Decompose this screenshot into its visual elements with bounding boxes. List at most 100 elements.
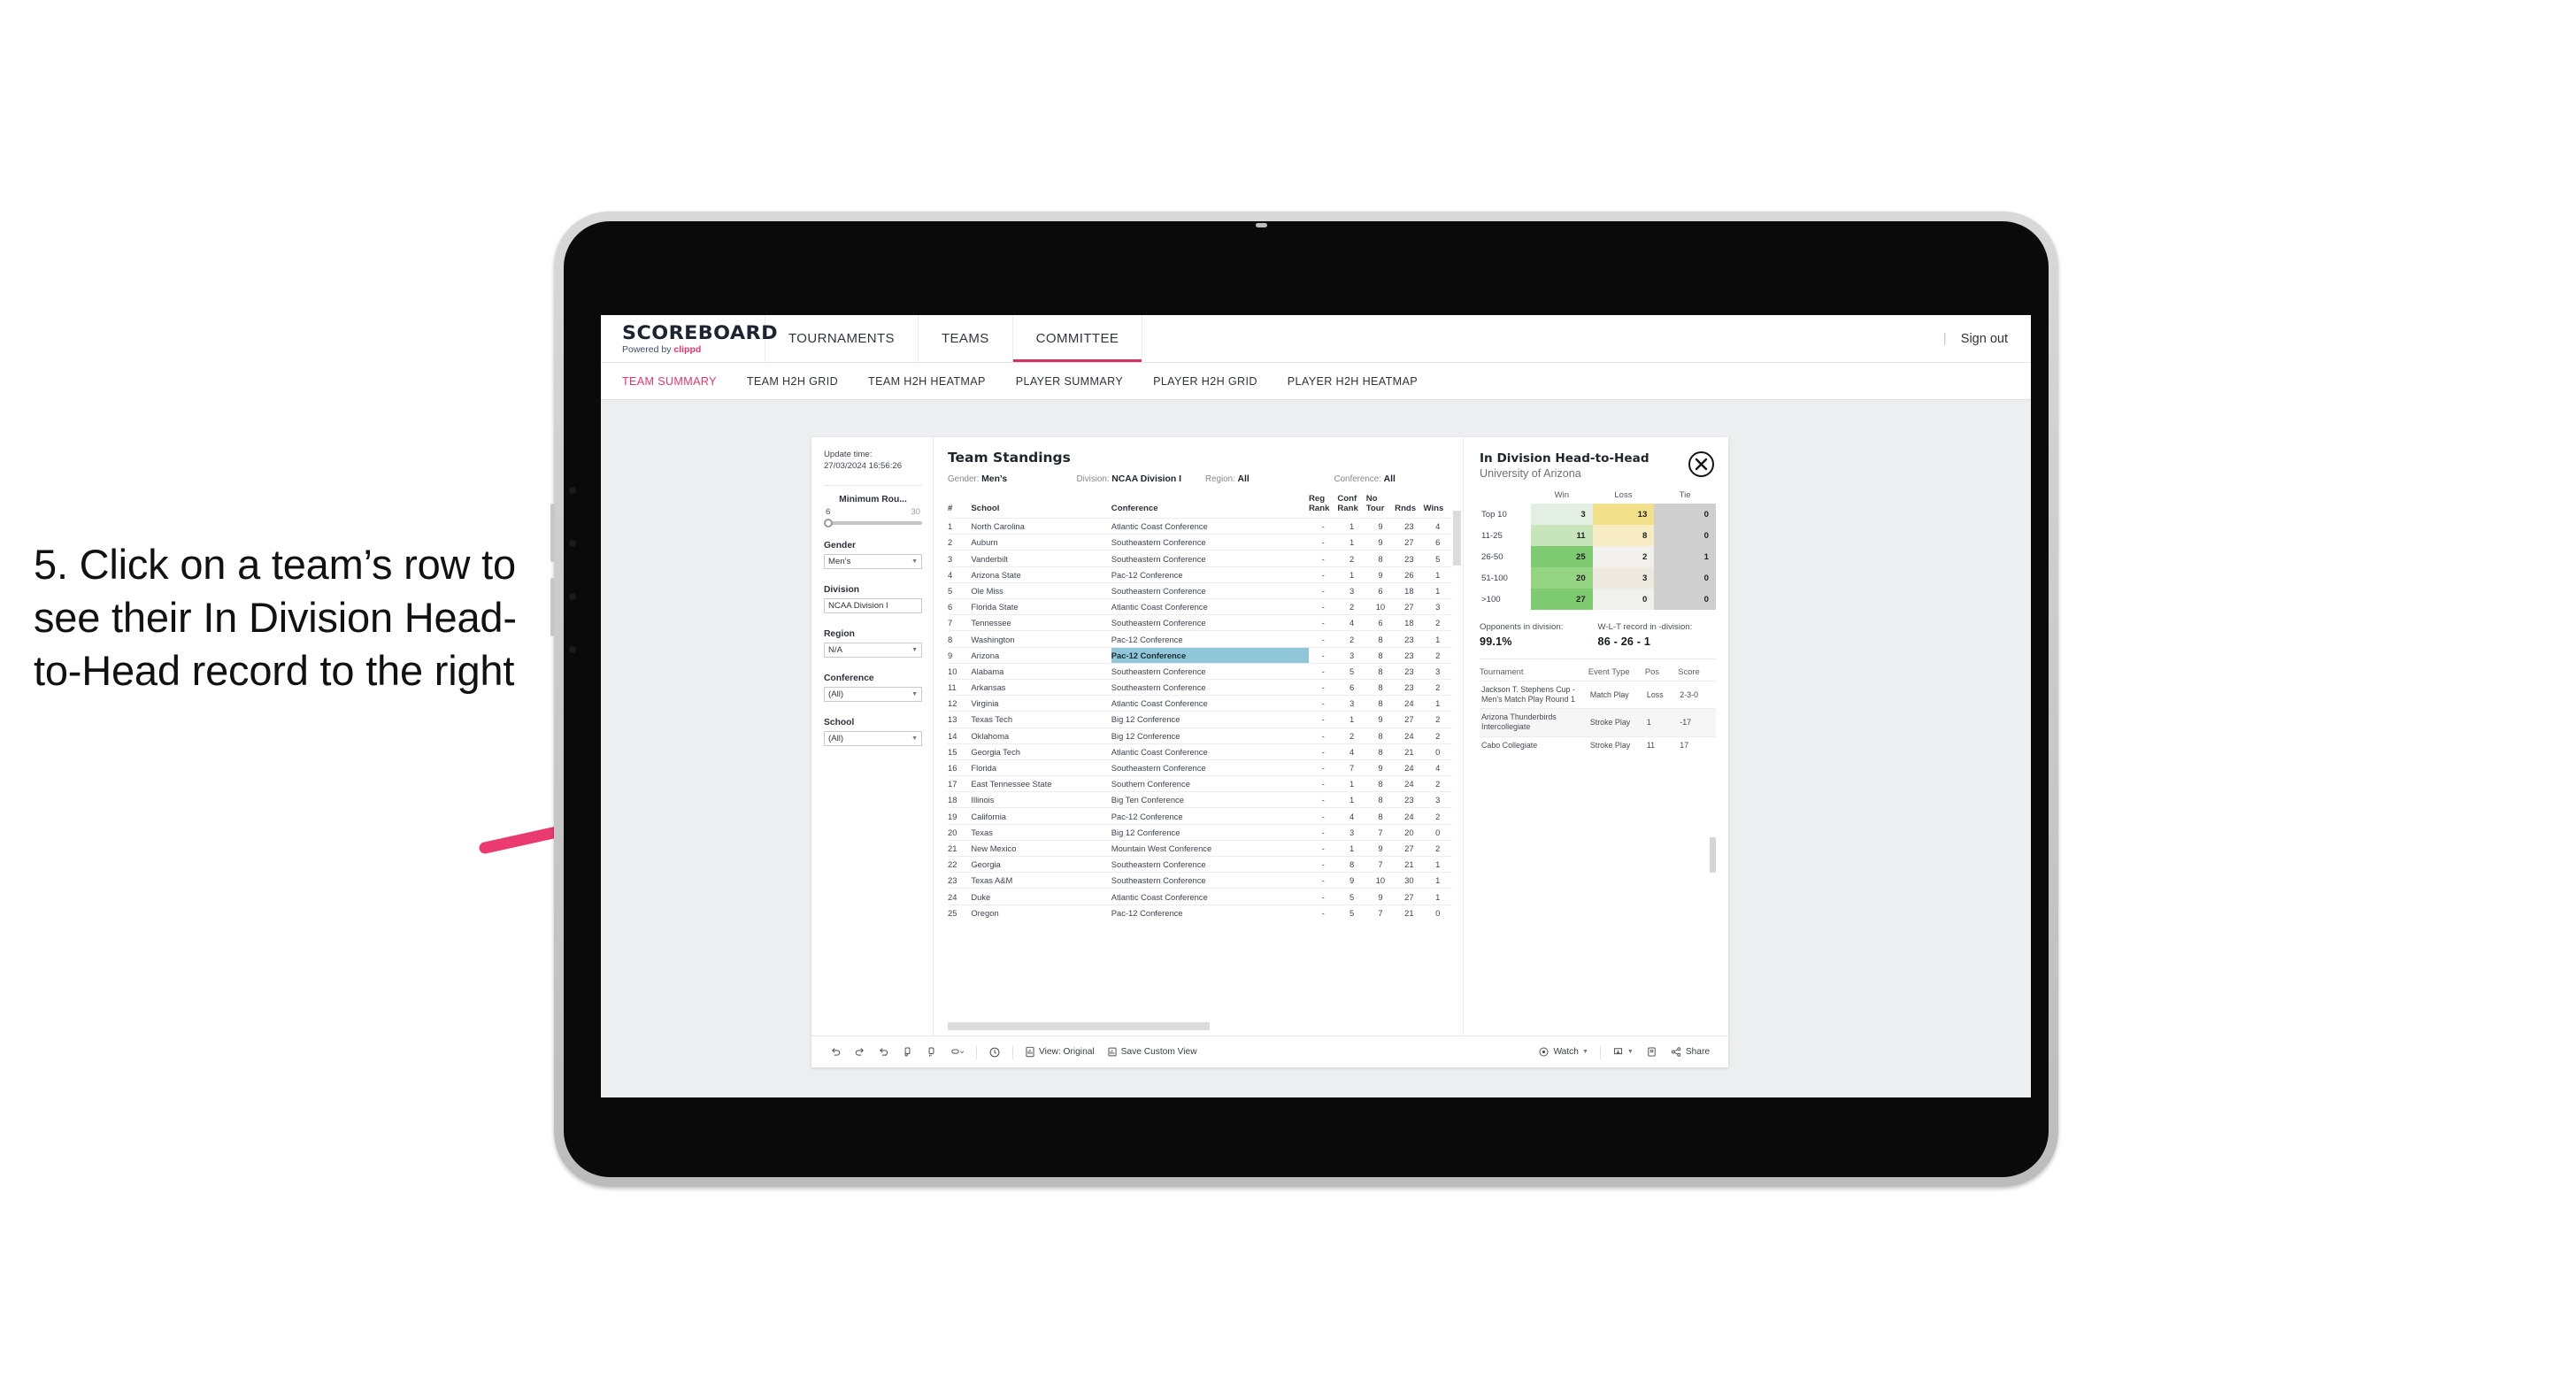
- app-logo[interactable]: SCOREBOARD Powered by clippd: [601, 315, 778, 362]
- table-row[interactable]: 3 Vanderbilt Southeastern Conference -2 8 23 5: [948, 550, 1452, 567]
- table-row[interactable]: 10 Alabama Southeastern Conference -5 8 23 3: [948, 662, 1452, 680]
- standings-horizontal-scrollbar[interactable]: [948, 1022, 1210, 1030]
- table-row[interactable]: 20 Texas Big 12 Conference -3 7 20 0: [948, 823, 1452, 841]
- h2h-cell[interactable]: 0: [1654, 589, 1716, 610]
- col-header-wins[interactable]: Wins: [1424, 495, 1452, 519]
- table-row[interactable]: 7 Tennessee Southeastern Conference -4 6 18 2: [948, 614, 1452, 631]
- cell-rnds: 24: [1395, 807, 1424, 825]
- tab-team-h2h-heatmap[interactable]: TEAM H2H HEATMAP: [868, 375, 986, 388]
- table-row[interactable]: 24 Duke Atlantic Coast Conference -5 9 27 1: [948, 888, 1452, 905]
- table-row[interactable]: 6 Florida State Atlantic Coast Conference -…: [948, 598, 1452, 615]
- table-row[interactable]: 21 New Mexico Mountain West Conference -1 9 2…: [948, 839, 1452, 857]
- table-row[interactable]: 2 Auburn Southeastern Conference -1 9 27 6: [948, 534, 1452, 551]
- gender-select[interactable]: Men’s ▼: [824, 553, 922, 569]
- tournament-scrollbar[interactable]: [1710, 837, 1716, 873]
- redo-icon[interactable]: [848, 1046, 872, 1058]
- top-nav-tournaments[interactable]: TOURNAMENTS: [765, 315, 919, 362]
- col-header-school[interactable]: School: [971, 495, 1111, 519]
- table-row[interactable]: 15 Georgia Tech Atlantic Coast Conference -…: [948, 743, 1452, 760]
- table-row[interactable]: 4 Arizona State Pac-12 Conference -1 9 26 1: [948, 566, 1452, 583]
- cell-conf-rank: 1: [1337, 791, 1366, 808]
- fullscreen-button[interactable]: [1640, 1046, 1664, 1058]
- close-circle-icon[interactable]: [1688, 451, 1714, 477]
- top-nav-teams[interactable]: TEAMS: [919, 315, 1013, 362]
- tournament-row[interactable]: Jackson T. Stephens Cup - Men’s Match Pl…: [1480, 680, 1716, 709]
- table-row[interactable]: 1 North Carolina Atlantic Coast Conference…: [948, 518, 1452, 535]
- tab-player-summary[interactable]: PLAYER SUMMARY: [1016, 375, 1123, 388]
- h2h-cell[interactable]: 1: [1654, 546, 1716, 567]
- cell-school: California: [971, 807, 1111, 825]
- cell-wins: 3: [1423, 662, 1452, 680]
- cell-conf-rank: 2: [1337, 630, 1366, 648]
- h2h-cell[interactable]: 3: [1592, 567, 1655, 589]
- clock-icon[interactable]: [982, 1046, 1007, 1059]
- tab-player-h2h-grid[interactable]: PLAYER H2H GRID: [1153, 375, 1257, 388]
- table-row[interactable]: 25 Oregon Pac-12 Conference -5 7 21 0: [948, 904, 1452, 920]
- tab-player-h2h-heatmap[interactable]: PLAYER H2H HEATMAP: [1288, 375, 1418, 388]
- table-row[interactable]: 17 East Tennessee State Southern Conferenc…: [948, 775, 1452, 792]
- refresh-data-icon[interactable]: [896, 1046, 919, 1058]
- table-row[interactable]: 16 Florida Southeastern Conference -7 9 24 4: [948, 758, 1452, 776]
- h2h-cell[interactable]: 0: [1654, 567, 1716, 589]
- view-original-button[interactable]: View: Original: [1019, 1046, 1101, 1058]
- sign-out-link[interactable]: Sign out: [1961, 332, 2008, 346]
- top-nav-committee[interactable]: COMMITTEE: [1013, 315, 1143, 362]
- school-select[interactable]: (All) ▼: [824, 730, 922, 746]
- slider-track[interactable]: [824, 518, 922, 527]
- h2h-cell[interactable]: 3: [1531, 504, 1593, 525]
- table-row[interactable]: 18 Illinois Big Ten Conference -1 8 23 3: [948, 791, 1452, 808]
- col-header-rnds[interactable]: Rnds: [1395, 495, 1423, 519]
- division-select[interactable]: NCAA Division I: [824, 597, 922, 613]
- pause-updates-icon[interactable]: [919, 1046, 943, 1058]
- table-row[interactable]: 11 Arkansas Southeastern Conference -6 8 23 2: [948, 678, 1452, 696]
- revert-icon[interactable]: [872, 1046, 896, 1058]
- slider-handle[interactable]: [824, 518, 833, 527]
- sign-out-area: | Sign out: [1943, 315, 2031, 362]
- table-row[interactable]: 22 Georgia Southeastern Conference -8 7 21 1: [948, 856, 1452, 873]
- table-row[interactable]: 8 Washington Pac-12 Conference -2 8 23 1: [948, 630, 1452, 648]
- col-header-reg-rank[interactable]: Reg Rank: [1309, 494, 1337, 519]
- download-button[interactable]: ▼: [1606, 1046, 1640, 1058]
- col-header-conference[interactable]: Conference: [1111, 495, 1309, 519]
- table-row[interactable]: 19 California Pac-12 Conference -4 8 24 2: [948, 807, 1452, 825]
- table-row[interactable]: 14 Oklahoma Big 12 Conference -2 8 24 2: [948, 727, 1452, 744]
- share-button[interactable]: Share: [1664, 1046, 1716, 1058]
- h2h-cell[interactable]: 2: [1592, 546, 1655, 567]
- table-row[interactable]: 12 Virginia Atlantic Coast Conference -3 8 24…: [948, 695, 1452, 712]
- cell-no-tour: 8: [1365, 678, 1396, 696]
- col-header-no-tour[interactable]: No Tour: [1366, 494, 1395, 519]
- tournament-row[interactable]: Cabo Collegiate Stroke Play 11 17: [1480, 735, 1716, 754]
- h2h-row: >100 27 0 0: [1480, 589, 1716, 610]
- h2h-cell[interactable]: 11: [1531, 525, 1593, 546]
- h2h-cell[interactable]: 8: [1592, 525, 1655, 546]
- tab-team-summary[interactable]: TEAM SUMMARY: [622, 375, 717, 388]
- h2h-cell[interactable]: 13: [1592, 504, 1655, 525]
- standings-vertical-scrollbar[interactable]: [1453, 511, 1461, 566]
- h2h-cell[interactable]: 20: [1531, 567, 1593, 589]
- cell-no-tour: 8: [1365, 743, 1396, 760]
- cell-school: Ole Miss: [971, 581, 1111, 599]
- undo-icon[interactable]: [824, 1046, 848, 1058]
- tournament-row[interactable]: Arizona Thunderbirds Intercollegiate Stro…: [1480, 708, 1716, 736]
- table-row[interactable]: 13 Texas Tech Big 12 Conference -1 9 27 2: [948, 711, 1452, 728]
- save-custom-view-button[interactable]: Save Custom View: [1101, 1046, 1203, 1058]
- cell-no-tour: 7: [1365, 823, 1396, 841]
- bezel-dot: [569, 540, 576, 547]
- highlight-icon[interactable]: [943, 1046, 971, 1058]
- col-header-rank[interactable]: #: [948, 495, 971, 519]
- cell-no-tour: 8: [1365, 727, 1396, 744]
- table-row[interactable]: 9 Arizona Pac-12 Conference -3 8 23 2: [948, 646, 1452, 664]
- h2h-cell[interactable]: 27: [1531, 589, 1593, 610]
- conference-select[interactable]: (All) ▼: [824, 686, 922, 702]
- table-row[interactable]: 23 Texas A&M Southeastern Conference -9 10 30…: [948, 872, 1452, 889]
- watch-button[interactable]: Watch ▼: [1532, 1046, 1594, 1058]
- h2h-cell[interactable]: 0: [1592, 589, 1655, 610]
- col-header-conf-rank[interactable]: Conf Rank: [1337, 494, 1365, 519]
- table-row[interactable]: 5 Ole Miss Southeastern Conference -3 6 18 1: [948, 581, 1452, 599]
- h2h-cell[interactable]: 25: [1531, 546, 1593, 567]
- cell-rnds: 21: [1395, 856, 1424, 873]
- tab-team-h2h-grid[interactable]: TEAM H2H GRID: [747, 375, 838, 388]
- h2h-cell[interactable]: 0: [1654, 504, 1716, 525]
- region-select[interactable]: N/A ▼: [824, 642, 922, 658]
- h2h-cell[interactable]: 0: [1654, 525, 1716, 546]
